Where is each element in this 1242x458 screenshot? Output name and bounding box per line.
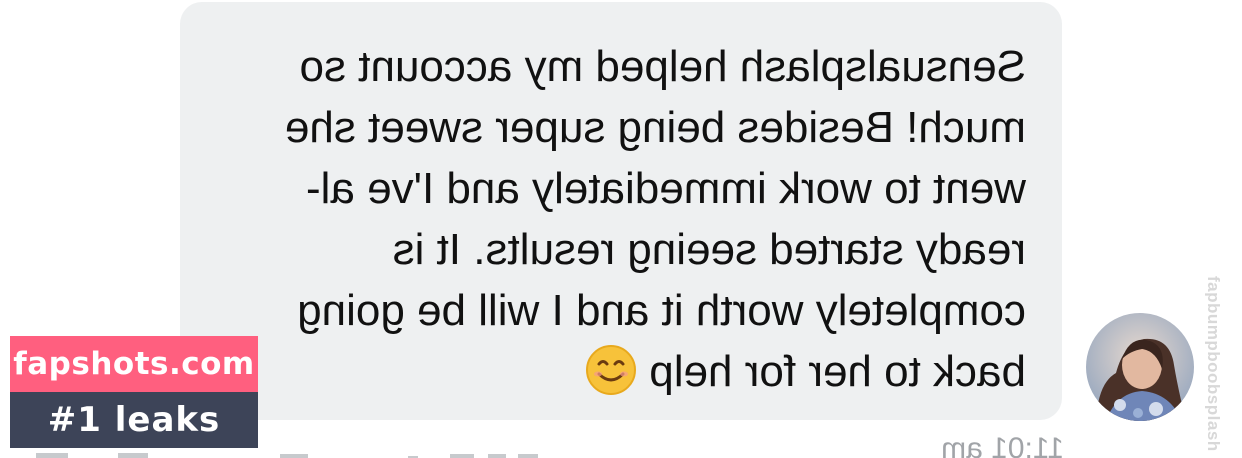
screenshot-canvas: Sensualsplash helped my account so much!… <box>0 0 1242 458</box>
message-line: much! Besides being super sweet she <box>284 103 1026 152</box>
message-line: went to work immediately and I've al- <box>305 164 1026 213</box>
message-bubble: Sensualsplash helped my account so much!… <box>180 2 1062 420</box>
message-text: Sensualsplash helped my account so much!… <box>206 36 1026 402</box>
vertical-watermark: fapbumpboobsplash <box>1205 276 1227 458</box>
brand-watermark-tagline: #1 leaks <box>10 392 258 448</box>
message-line: completely worth it and I will be going <box>297 286 1026 335</box>
brand-watermark-site: fapshots.com <box>10 336 258 392</box>
message-timestamp: 11:01 am <box>941 432 1064 458</box>
cropped-text-fragment <box>36 453 538 458</box>
message-line: Sensualsplash helped my account so <box>299 42 1026 91</box>
message-line-text: back to her for help <box>649 347 1026 396</box>
vertical-watermark-text: fapbumpboobsplash <box>1205 276 1223 452</box>
profile-photo-icon <box>1086 313 1194 421</box>
smiling-face-icon <box>586 345 637 395</box>
avatar[interactable] <box>1086 313 1194 421</box>
message-line: ready started seeing results. It is <box>392 225 1026 274</box>
message-line-last: back to her for help <box>206 341 1026 402</box>
